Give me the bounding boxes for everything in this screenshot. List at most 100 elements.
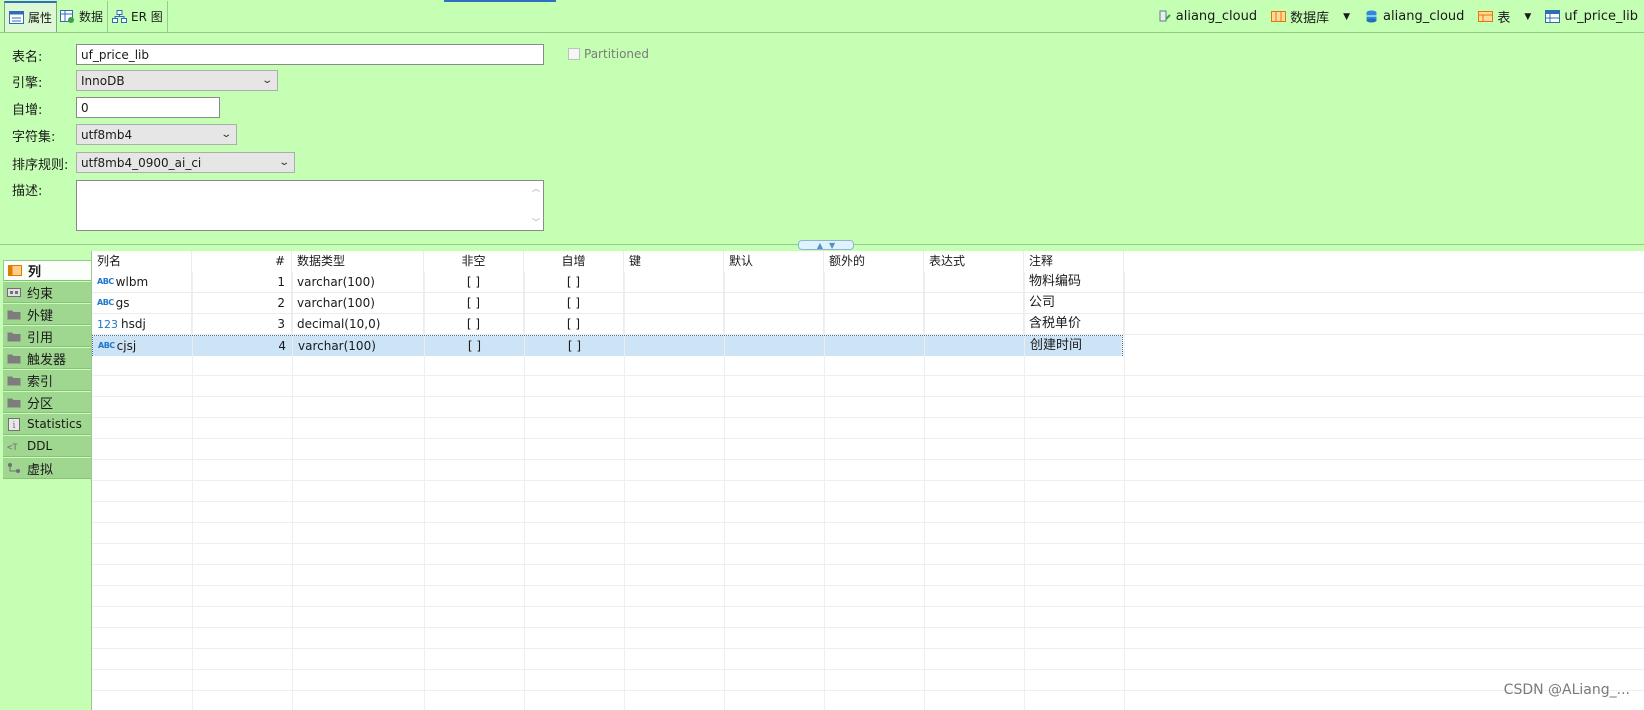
- cell-auto-increment[interactable]: [ ]: [525, 336, 625, 356]
- database-folder-icon: [1271, 11, 1287, 22]
- cell-data-type[interactable]: decimal(10,0): [292, 314, 424, 334]
- table-row[interactable]: 123 hsdj 3 decimal(10,0) [ ] [ ] 含税单价: [92, 314, 1644, 335]
- side-tab-virtual[interactable]: 虚拟: [3, 458, 91, 479]
- empty-row: [92, 523, 1644, 544]
- collation-select[interactable]: utf8mb4_0900_ai_ci ⌄: [76, 152, 295, 173]
- scroll-down-icon[interactable]: ﹀: [532, 217, 540, 228]
- cell-extra[interactable]: [824, 314, 924, 334]
- cell-default[interactable]: [725, 336, 825, 356]
- cell-auto-increment[interactable]: [ ]: [524, 272, 624, 292]
- table-row-selected[interactable]: ABC cjsj 4 varchar(100) [ ] [ ] 创建时间: [92, 335, 1123, 356]
- header-data-type[interactable]: 数据类型: [292, 251, 424, 272]
- splitter-handle[interactable]: ▲ ▼: [798, 240, 854, 250]
- breadcrumb-table[interactable]: uf_price_lib: [1545, 9, 1638, 24]
- tab-er-diagram[interactable]: ER 图: [108, 1, 168, 32]
- folder-icon: [7, 310, 21, 319]
- breadcrumb-table-dropdown-icon[interactable]: ▼: [1524, 12, 1531, 22]
- description-textarea[interactable]: ︿ ﹀: [76, 180, 544, 231]
- collapse-up-icon[interactable]: ▲: [817, 241, 823, 250]
- cell-expression[interactable]: [924, 293, 1024, 313]
- cell-column-name[interactable]: ABC wlbm: [92, 272, 192, 292]
- partitioned-checkbox[interactable]: Partitioned: [568, 47, 649, 61]
- cell-comment[interactable]: 创建时间: [1025, 336, 1122, 356]
- header-comment[interactable]: 注释: [1024, 251, 1124, 272]
- header-default[interactable]: 默认: [724, 251, 824, 272]
- table-icon: [1545, 10, 1561, 23]
- cell-not-null[interactable]: [ ]: [424, 314, 524, 334]
- header-not-null[interactable]: 非空: [424, 251, 524, 272]
- cell-default[interactable]: [724, 314, 824, 334]
- auto-increment-input[interactable]: 0: [76, 97, 220, 118]
- charset-select[interactable]: utf8mb4 ⌄: [76, 124, 237, 145]
- side-tab-foreign-keys[interactable]: 外键: [3, 304, 91, 325]
- breadcrumb-dropdown-icon[interactable]: ▼: [1343, 12, 1350, 22]
- empty-row: [92, 628, 1644, 649]
- header-auto-increment[interactable]: 自增: [524, 251, 624, 272]
- empty-row: [92, 586, 1644, 607]
- description-scrollbar[interactable]: ︿ ﹀: [529, 181, 543, 230]
- engine-select[interactable]: InnoDB ⌄: [76, 70, 278, 91]
- header-column-name[interactable]: 列名: [92, 251, 192, 272]
- cell-expression[interactable]: [924, 314, 1024, 334]
- collapse-down-icon[interactable]: ▼: [829, 241, 835, 250]
- cell-column-name[interactable]: ABC cjsj: [93, 336, 193, 356]
- cell-expression[interactable]: [925, 336, 1025, 356]
- cell-default[interactable]: [724, 293, 824, 313]
- cell-auto-increment[interactable]: [ ]: [524, 314, 624, 334]
- cell-column-name[interactable]: 123 hsdj: [92, 314, 192, 334]
- header-expression[interactable]: 表达式: [924, 251, 1024, 272]
- side-tab-references-label: 引用: [27, 330, 54, 346]
- breadcrumb-connection[interactable]: aliang_cloud: [1157, 9, 1257, 24]
- cell-ordinal: 1: [192, 272, 292, 292]
- cell-extra[interactable]: [825, 336, 925, 356]
- header-key[interactable]: 键: [624, 251, 724, 272]
- cell-not-null[interactable]: [ ]: [424, 293, 524, 313]
- header-extra[interactable]: 额外的: [824, 251, 924, 272]
- table-row[interactable]: ABC gs 2 varchar(100) [ ] [ ] 公司: [92, 293, 1644, 314]
- tab-bar-divider: [0, 32, 1644, 33]
- cell-data-type[interactable]: varchar(100): [292, 272, 424, 292]
- breadcrumb-db-type[interactable]: 数据库: [1271, 7, 1329, 26]
- side-tab-references[interactable]: 引用: [3, 326, 91, 347]
- side-tab-columns[interactable]: 列: [3, 260, 91, 281]
- side-tab-constraints[interactable]: 约束: [3, 282, 91, 303]
- column-name-text: hsdj: [121, 317, 146, 331]
- cell-comment[interactable]: 公司: [1024, 293, 1124, 313]
- side-tab-indexes[interactable]: 索引: [3, 370, 91, 391]
- side-tab-triggers-label: 触发器: [27, 352, 67, 368]
- tab-properties[interactable]: 属性: [4, 1, 58, 32]
- breadcrumb-database[interactable]: aliang_cloud: [1364, 9, 1464, 24]
- database-icon: [1366, 10, 1377, 23]
- side-tab-partitions[interactable]: 分区: [3, 392, 91, 413]
- cell-comment[interactable]: 含税单价: [1024, 314, 1124, 334]
- partitioned-checkbox-box[interactable]: [568, 48, 580, 60]
- table-row[interactable]: ABC wlbm 1 varchar(100) [ ] [ ] 物料编码: [92, 272, 1644, 293]
- side-tab-statistics[interactable]: i Statistics: [3, 414, 91, 435]
- cell-not-null[interactable]: [ ]: [424, 272, 524, 292]
- breadcrumb-object-type[interactable]: 表: [1478, 7, 1510, 26]
- table-name-input[interactable]: uf_price_lib: [76, 44, 544, 65]
- side-tab-ddl[interactable]: <T DDL: [3, 436, 91, 457]
- cell-default[interactable]: [724, 272, 824, 292]
- cell-key[interactable]: [625, 336, 725, 356]
- tab-properties-label: 属性: [28, 11, 53, 25]
- cell-data-type[interactable]: varchar(100): [292, 293, 424, 313]
- cell-expression[interactable]: [924, 272, 1024, 292]
- scroll-up-icon[interactable]: ︿: [532, 183, 540, 194]
- tab-data[interactable]: 数据: [56, 1, 109, 32]
- empty-row: [92, 544, 1644, 565]
- side-tab-triggers[interactable]: 触发器: [3, 348, 91, 369]
- cell-auto-increment[interactable]: [ ]: [524, 293, 624, 313]
- chevron-down-icon: ⌄: [219, 129, 232, 140]
- header-ordinal[interactable]: #: [192, 251, 292, 272]
- cell-data-type[interactable]: varchar(100): [293, 336, 425, 356]
- cell-extra[interactable]: [824, 293, 924, 313]
- cell-extra[interactable]: [824, 272, 924, 292]
- cell-key[interactable]: [624, 272, 724, 292]
- empty-row: [92, 565, 1644, 586]
- cell-key[interactable]: [624, 314, 724, 334]
- cell-column-name[interactable]: ABC gs: [92, 293, 192, 313]
- cell-comment[interactable]: 物料编码: [1024, 272, 1124, 292]
- cell-not-null[interactable]: [ ]: [425, 336, 525, 356]
- cell-key[interactable]: [624, 293, 724, 313]
